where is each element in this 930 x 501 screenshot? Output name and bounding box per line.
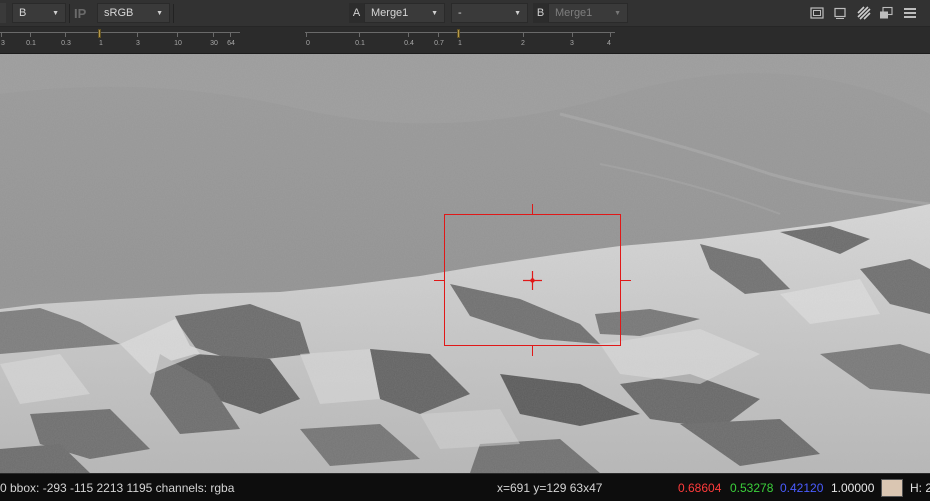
gain-slider[interactable]: 3 0.1 0.3 1 3 10 30 64 (0, 29, 240, 51)
roi-icon[interactable] (833, 6, 847, 20)
chevron-down-icon: ▼ (52, 9, 59, 17)
gain-tick-label: 3 (136, 40, 140, 47)
snapshot-icon[interactable] (879, 6, 893, 20)
wipe-dropdown[interactable]: - ▼ (451, 3, 528, 23)
gain-slider-handle[interactable] (98, 29, 101, 38)
color-swatch (881, 479, 903, 497)
colorspace-value: sRGB (104, 7, 134, 19)
toolbar-edge (0, 3, 6, 23)
a-input-label: A (349, 3, 364, 23)
gamma-tick-label: 4 (607, 40, 611, 47)
gain-tick-label: 1 (99, 40, 103, 47)
menu-icon[interactable] (903, 6, 917, 20)
terrain-image (0, 54, 930, 473)
b-input-label: B (533, 3, 548, 23)
b-input-value: Merge1 (555, 7, 593, 19)
alpha-value: 1.00000 (831, 481, 875, 495)
pixel-coords: x=691 y=129 63x47 (497, 481, 603, 495)
gain-tick-label: 3 (1, 40, 5, 47)
green-value: 0.53278 (730, 481, 774, 495)
wipe-value: - (458, 7, 462, 19)
colorspace-dropdown[interactable]: sRGB ▼ (97, 3, 170, 23)
gamma-slider[interactable]: 0 0.1 0.4 0.7 1 2 3 4 (305, 29, 615, 51)
gamma-tick-label: 3 (570, 40, 574, 47)
chevron-down-icon: ▼ (156, 9, 163, 17)
chevron-down-icon: ▼ (431, 9, 438, 17)
gamma-tick-label: 0.1 (355, 40, 365, 47)
gamma-slider-handle[interactable] (457, 29, 460, 38)
gain-tick-label: 10 (174, 40, 182, 47)
viewer-status-bar: 0 bbox: -293 -115 2213 1195 channels: rg… (0, 473, 930, 501)
gain-gamma-bar: 3 0.1 0.3 1 3 10 30 64 y 0 0.1 0.4 0.7 1… (0, 27, 930, 77)
b-input-dropdown[interactable]: Merge1 ▼ (548, 3, 628, 23)
gamma-tick-label: 1 (458, 40, 462, 47)
gamma-tick-label: 0 (306, 40, 310, 47)
bbox-info: 0 bbox: -293 -115 2213 1195 channels: rg… (0, 481, 235, 495)
stripes-icon[interactable] (857, 6, 871, 20)
frame-icon[interactable] (810, 6, 824, 20)
gain-tick-label: 0.1 (26, 40, 36, 47)
gamma-tick-label: 0.4 (404, 40, 414, 47)
gamma-tick-label: 0.7 (434, 40, 444, 47)
channel-dropdown[interactable]: B ▼ (12, 3, 66, 23)
ip-toggle[interactable]: IP (74, 3, 92, 23)
divider (69, 4, 70, 23)
a-input-value: Merge1 (371, 7, 409, 19)
gamma-tick-label: 2 (521, 40, 525, 47)
viewer-toolbar: B ▼ IP sRGB ▼ A Merge1 ▼ - ▼ B Merge1 ▼ (0, 0, 930, 27)
hue-value: H: 2 (910, 481, 930, 495)
gain-tick-label: 30 (210, 40, 218, 47)
chevron-down-icon: ▼ (614, 9, 621, 17)
red-value: 0.68604 (678, 481, 722, 495)
chevron-down-icon: ▼ (514, 9, 521, 17)
blue-value: 0.42120 (780, 481, 824, 495)
viewer-canvas[interactable] (0, 54, 930, 473)
gain-tick-label: 0.3 (61, 40, 71, 47)
a-input-dropdown[interactable]: Merge1 ▼ (364, 3, 445, 23)
channel-value: B (19, 7, 27, 19)
divider (173, 4, 174, 23)
gain-tick-label: 64 (227, 40, 235, 47)
